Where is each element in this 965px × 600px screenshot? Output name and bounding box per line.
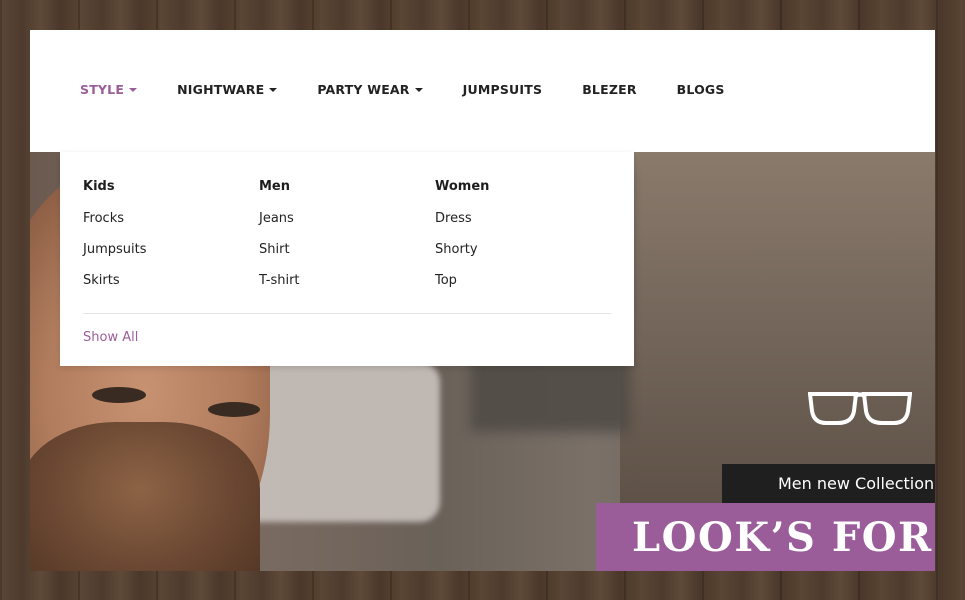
nav-item-style[interactable]: STYLE (80, 82, 138, 97)
nav-item-label: BLEZER (582, 82, 637, 97)
dropdown-link[interactable]: Top (435, 273, 489, 288)
hero-model-eye (208, 402, 260, 417)
nav-item-label: STYLE (80, 82, 125, 97)
dropdown-column-men: Men Jeans Shirt T-shirt (259, 179, 300, 304)
nav-item-label: NIGHTWARE (177, 82, 265, 97)
dropdown-link[interactable]: Shirt (259, 242, 300, 257)
show-all-link[interactable]: Show All (83, 330, 138, 345)
dropdown-column-kids: Kids Frocks Jumpsuits Skirts (83, 179, 146, 304)
dropdown-link[interactable]: T-shirt (259, 273, 300, 288)
dropdown-link[interactable]: Jeans (259, 211, 300, 226)
style-dropdown-menu: Kids Frocks Jumpsuits Skirts Men Jeans S… (60, 152, 634, 366)
caret-down-icon (129, 87, 138, 92)
dropdown-link[interactable]: Shorty (435, 242, 489, 257)
nav-item-label: PARTY WEAR (317, 82, 410, 97)
nav-item-label: JUMPSUITS (462, 82, 543, 97)
main-nav: STYLE NIGHTWARE PARTY WEAR JUMPSUITS BLE… (80, 82, 765, 97)
hero-model-eye (92, 387, 146, 403)
caret-down-icon (269, 87, 278, 92)
hero-background-object (240, 362, 440, 522)
nav-item-label: BLOGS (676, 82, 725, 97)
nav-item-jumpsuits[interactable]: JUMPSUITS (463, 82, 543, 97)
dropdown-heading-women[interactable]: Women (435, 179, 489, 194)
dropdown-heading-kids[interactable]: Kids (83, 179, 146, 194)
nav-item-party-wear[interactable]: PARTY WEAR (317, 82, 423, 97)
header-bar: STYLE NIGHTWARE PARTY WEAR JUMPSUITS BLE… (30, 30, 935, 153)
nav-item-nightware[interactable]: NIGHTWARE (177, 82, 278, 97)
collection-label: Men new Collection (722, 464, 935, 503)
dropdown-divider (83, 313, 611, 314)
hero-model-beard (30, 422, 260, 571)
hero-headline: LOOK’S FOR (596, 503, 935, 571)
eyeglasses-icon (808, 392, 912, 425)
dropdown-link[interactable]: Jumpsuits (83, 242, 146, 257)
nav-item-blogs[interactable]: BLOGS (677, 82, 725, 97)
caret-down-icon (414, 87, 423, 92)
dropdown-link[interactable]: Dress (435, 211, 489, 226)
dropdown-column-women: Women Dress Shorty Top (435, 179, 489, 304)
dropdown-link[interactable]: Frocks (83, 211, 146, 226)
dropdown-link[interactable]: Skirts (83, 273, 146, 288)
dropdown-heading-men[interactable]: Men (259, 179, 300, 194)
nav-item-blezer[interactable]: BLEZER (582, 82, 636, 97)
